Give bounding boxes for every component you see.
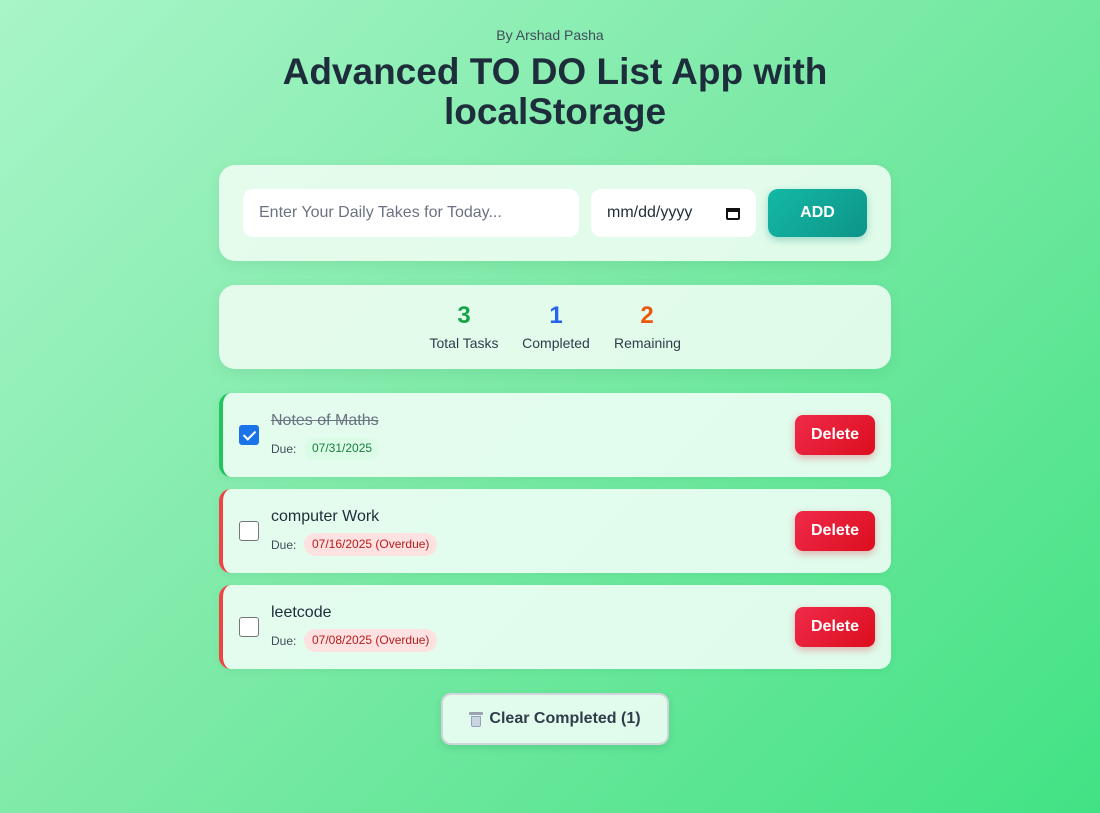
due-date-badge: 07/31/2025 <box>304 437 381 460</box>
add-task-form: mm/dd/yyyy ADD <box>219 165 891 261</box>
task-name: leetcode <box>271 604 332 621</box>
due-date-badge: 07/08/2025 (Overdue) <box>304 629 438 652</box>
date-placeholder: mm/dd/yyyy <box>607 204 693 221</box>
stat-total-label: Total Tasks <box>429 335 499 351</box>
due-label: Due: <box>271 442 297 456</box>
due-label: Due: <box>271 634 297 648</box>
stat-total-value: 3 <box>457 302 471 329</box>
stat-completed-value: 1 <box>549 302 563 329</box>
stat-remaining: 2 Remaining <box>614 301 681 351</box>
stat-remaining-label: Remaining <box>614 335 681 351</box>
due-date-input[interactable]: mm/dd/yyyy <box>591 189 756 237</box>
calendar-icon[interactable] <box>726 206 740 220</box>
task-item: computer Work Due: 07/16/2025 (Overdue) … <box>219 489 891 573</box>
due-date-badge: 07/16/2025 (Overdue) <box>304 533 438 556</box>
trash-icon <box>469 711 484 727</box>
stat-completed-label: Completed <box>522 335 590 351</box>
task-checkbox[interactable] <box>239 425 259 445</box>
stat-remaining-value: 2 <box>640 302 654 329</box>
task-name: Notes of Maths <box>271 412 379 429</box>
task-name: computer Work <box>271 508 380 525</box>
delete-button[interactable]: Delete <box>795 511 875 551</box>
delete-button[interactable]: Delete <box>795 415 875 455</box>
stat-completed: 1 Completed <box>522 301 590 351</box>
task-item: leetcode Due: 07/08/2025 (Overdue) Delet… <box>219 585 891 669</box>
clear-completed-label: Clear Completed (1) <box>489 710 641 727</box>
clear-completed-button[interactable]: Clear Completed (1) <box>441 693 669 745</box>
page-title: Advanced TO DO List App with localStorag… <box>282 51 828 132</box>
add-task-button[interactable]: ADD <box>768 189 867 237</box>
stats-panel: 3 Total Tasks 1 Completed 2 Remaining <box>219 285 891 369</box>
due-label: Due: <box>271 538 297 552</box>
delete-button[interactable]: Delete <box>795 607 875 647</box>
task-checkbox[interactable] <box>239 521 259 541</box>
task-input[interactable] <box>243 189 579 237</box>
task-checkbox[interactable] <box>239 617 259 637</box>
author-credit: By Arshad Pasha <box>496 27 604 43</box>
stat-total: 3 Total Tasks <box>429 301 499 351</box>
task-item: Notes of Maths Due: 07/31/2025 Delete <box>219 393 891 477</box>
